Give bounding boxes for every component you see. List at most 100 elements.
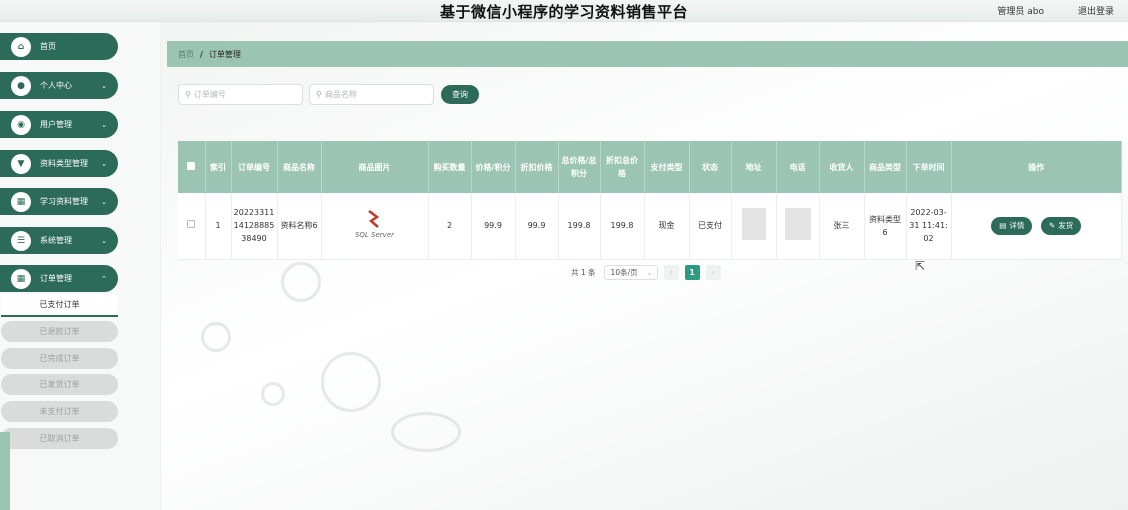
product-name-search-input[interactable]: ⚲ 商品名称 <box>309 84 434 105</box>
sidebar-item-label: 订单管理 <box>40 274 72 283</box>
cell-total: 199.8 <box>558 193 601 260</box>
document-icon: ▤ <box>999 221 1007 231</box>
breadcrumb: 首页 / 订单管理 <box>167 41 1128 67</box>
breadcrumb-separator: / <box>200 49 203 59</box>
cell-phone <box>776 193 820 260</box>
column-header: 商品图片 <box>321 141 429 193</box>
chevron-down-icon: ⌄ <box>101 197 107 206</box>
column-header: 地址 <box>731 141 777 193</box>
column-header: 折扣价格 <box>515 141 559 193</box>
search-icon: ⚲ <box>316 90 322 99</box>
mouse-cursor-icon: ⇱ <box>915 259 926 273</box>
ship-button[interactable]: ✎ 发货 <box>1040 216 1082 235</box>
pagination-total: 共 1 条 <box>571 268 596 277</box>
column-header: 状态 <box>689 141 732 193</box>
top-header: 基于微信小程序的学习资料销售平台 管理员 abo 退出登录 <box>0 0 1128 22</box>
chevron-down-icon: ⌄ <box>101 120 107 129</box>
product-image-caption: SQL Server <box>354 231 395 240</box>
sidebar: ⌂ 首页 ● 个人中心 ⌄ ◉ 用户管理 ⌄ ▼ 资料类型管理 ⌄ ▦ 学习资料… <box>0 22 160 510</box>
sidebar-item-users[interactable]: ◉ 用户管理 ⌄ <box>0 111 118 138</box>
detail-button[interactable]: ▤ 详情 <box>991 216 1033 235</box>
prev-page-button[interactable]: ‹ <box>663 265 679 280</box>
sidebar-item-label: 资料类型管理 <box>40 159 88 168</box>
sidebar-accent-strip <box>0 432 10 510</box>
pagination: 共 1 条 10条/页 ⌄ ‹ 1 › <box>571 265 721 280</box>
column-header: 订单编号 <box>231 141 278 193</box>
cell-actions: ▤ 详情 ✎ 发货 <box>951 193 1122 260</box>
search-button[interactable]: 查询 <box>441 85 479 104</box>
sidebar-subitem-shipped[interactable]: 已发货订单 <box>1 374 118 395</box>
sql-server-logo-icon <box>368 210 380 229</box>
column-header: 总价格/总积分 <box>558 141 601 193</box>
sidebar-item-materials[interactable]: ▦ 学习资料管理 ⌄ <box>0 188 118 215</box>
category-icon: ▼ <box>11 153 31 174</box>
product-name-placeholder: 商品名称 <box>324 90 357 99</box>
chevron-left-icon: ‹ <box>669 268 673 277</box>
column-header: 收货人 <box>819 141 865 193</box>
sidebar-subitem-unpaid[interactable]: 未支付订单 <box>1 401 118 422</box>
chevron-down-icon: ⌄ <box>646 268 653 277</box>
background-bubble <box>321 352 381 412</box>
chevron-down-icon: ⌄ <box>101 81 107 90</box>
chevron-down-icon: ⌄ <box>101 236 107 245</box>
chevron-right-icon: › <box>711 268 715 277</box>
page-size-select[interactable]: 10条/页 ⌄ <box>603 265 658 280</box>
row-checkbox-cell[interactable] <box>178 193 206 260</box>
sidebar-item-label: 学习资料管理 <box>40 197 88 206</box>
column-header: 商品名称 <box>277 141 322 193</box>
user-icon: ● <box>11 75 31 96</box>
order-number-search-input[interactable]: ⚲ 订单编号 <box>178 84 303 105</box>
row-checkbox[interactable] <box>187 220 196 229</box>
cell-receiver: 张三 <box>819 193 865 260</box>
order-number-placeholder: 订单编号 <box>193 90 226 99</box>
cell-index: 1 <box>205 193 232 260</box>
admin-label: 管理员 abo <box>997 7 1044 17</box>
settings-icon: ☰ <box>11 230 31 251</box>
column-header: 索引 <box>205 141 232 193</box>
column-header: 支付类型 <box>644 141 690 193</box>
order-icon: ▦ <box>11 268 31 289</box>
logout-link[interactable]: 退出登录 <box>1078 4 1114 17</box>
cell-time: 2022-03-31 11:41:02 <box>906 193 952 260</box>
select-all-checkbox[interactable] <box>187 161 196 170</box>
orders-table: 索引 订单编号 商品名称 商品图片 购买数量 价格/积分 折扣价格 总价格/总积… <box>178 141 1122 260</box>
app-title: 基于微信小程序的学习资料销售平台 <box>439 3 688 21</box>
sidebar-item-home[interactable]: ⌂ 首页 <box>0 33 118 60</box>
sidebar-item-category[interactable]: ▼ 资料类型管理 ⌄ <box>0 150 118 177</box>
main-content: 首页 / 订单管理 ⚲ 订单编号 ⚲ 商品名称 查询 索引 订单编号 商品名称 … <box>161 22 1128 510</box>
cell-image: SQL Server <box>321 193 429 260</box>
users-icon: ◉ <box>11 114 31 135</box>
grid-icon: ▦ <box>11 191 31 212</box>
home-icon: ⌂ <box>11 36 31 57</box>
sidebar-subitem-completed[interactable]: 已完成订单 <box>1 348 118 369</box>
sidebar-item-label: 用户管理 <box>40 120 72 129</box>
column-header: 操作 <box>951 141 1122 193</box>
sidebar-item-label: 个人中心 <box>40 81 72 90</box>
search-icon: ⚲ <box>185 90 191 99</box>
cell-pay-type: 现金 <box>644 193 690 260</box>
sidebar-item-system[interactable]: ☰ 系统管理 ⌄ <box>0 227 118 254</box>
sidebar-item-orders[interactable]: ▦ 订单管理 ⌃ <box>0 265 118 292</box>
select-all-checkbox-cell[interactable] <box>178 141 206 193</box>
cell-discount-total: 199.8 <box>600 193 645 260</box>
sidebar-subitem-cancelled[interactable]: 已取消订单 <box>1 428 118 449</box>
edit-icon: ✎ <box>1048 221 1056 231</box>
sidebar-subitem-refunded[interactable]: 已退款订单 <box>1 321 118 342</box>
background-bubble <box>391 412 461 452</box>
detail-button-label: 详情 <box>1009 221 1025 231</box>
breadcrumb-home[interactable]: 首页 <box>178 49 194 60</box>
table-header-row: 索引 订单编号 商品名称 商品图片 购买数量 价格/积分 折扣价格 总价格/总积… <box>178 141 1122 193</box>
column-header: 电话 <box>776 141 820 193</box>
redacted-address <box>741 207 766 240</box>
cell-discount-price: 99.9 <box>515 193 559 260</box>
next-page-button[interactable]: › <box>705 265 721 280</box>
cell-name: 资料名称6 <box>277 193 322 260</box>
sidebar-item-label: 系统管理 <box>40 236 72 245</box>
cell-qty: 2 <box>428 193 472 260</box>
background-bubble <box>261 382 285 406</box>
sidebar-item-profile[interactable]: ● 个人中心 ⌄ <box>0 72 118 99</box>
sidebar-subitem-paid[interactable]: 已支付订单 <box>1 294 118 317</box>
cell-order-no: 202233111412888538490 <box>231 193 278 260</box>
page-number-button[interactable]: 1 <box>684 265 700 280</box>
cell-status: 已支付 <box>689 193 732 260</box>
